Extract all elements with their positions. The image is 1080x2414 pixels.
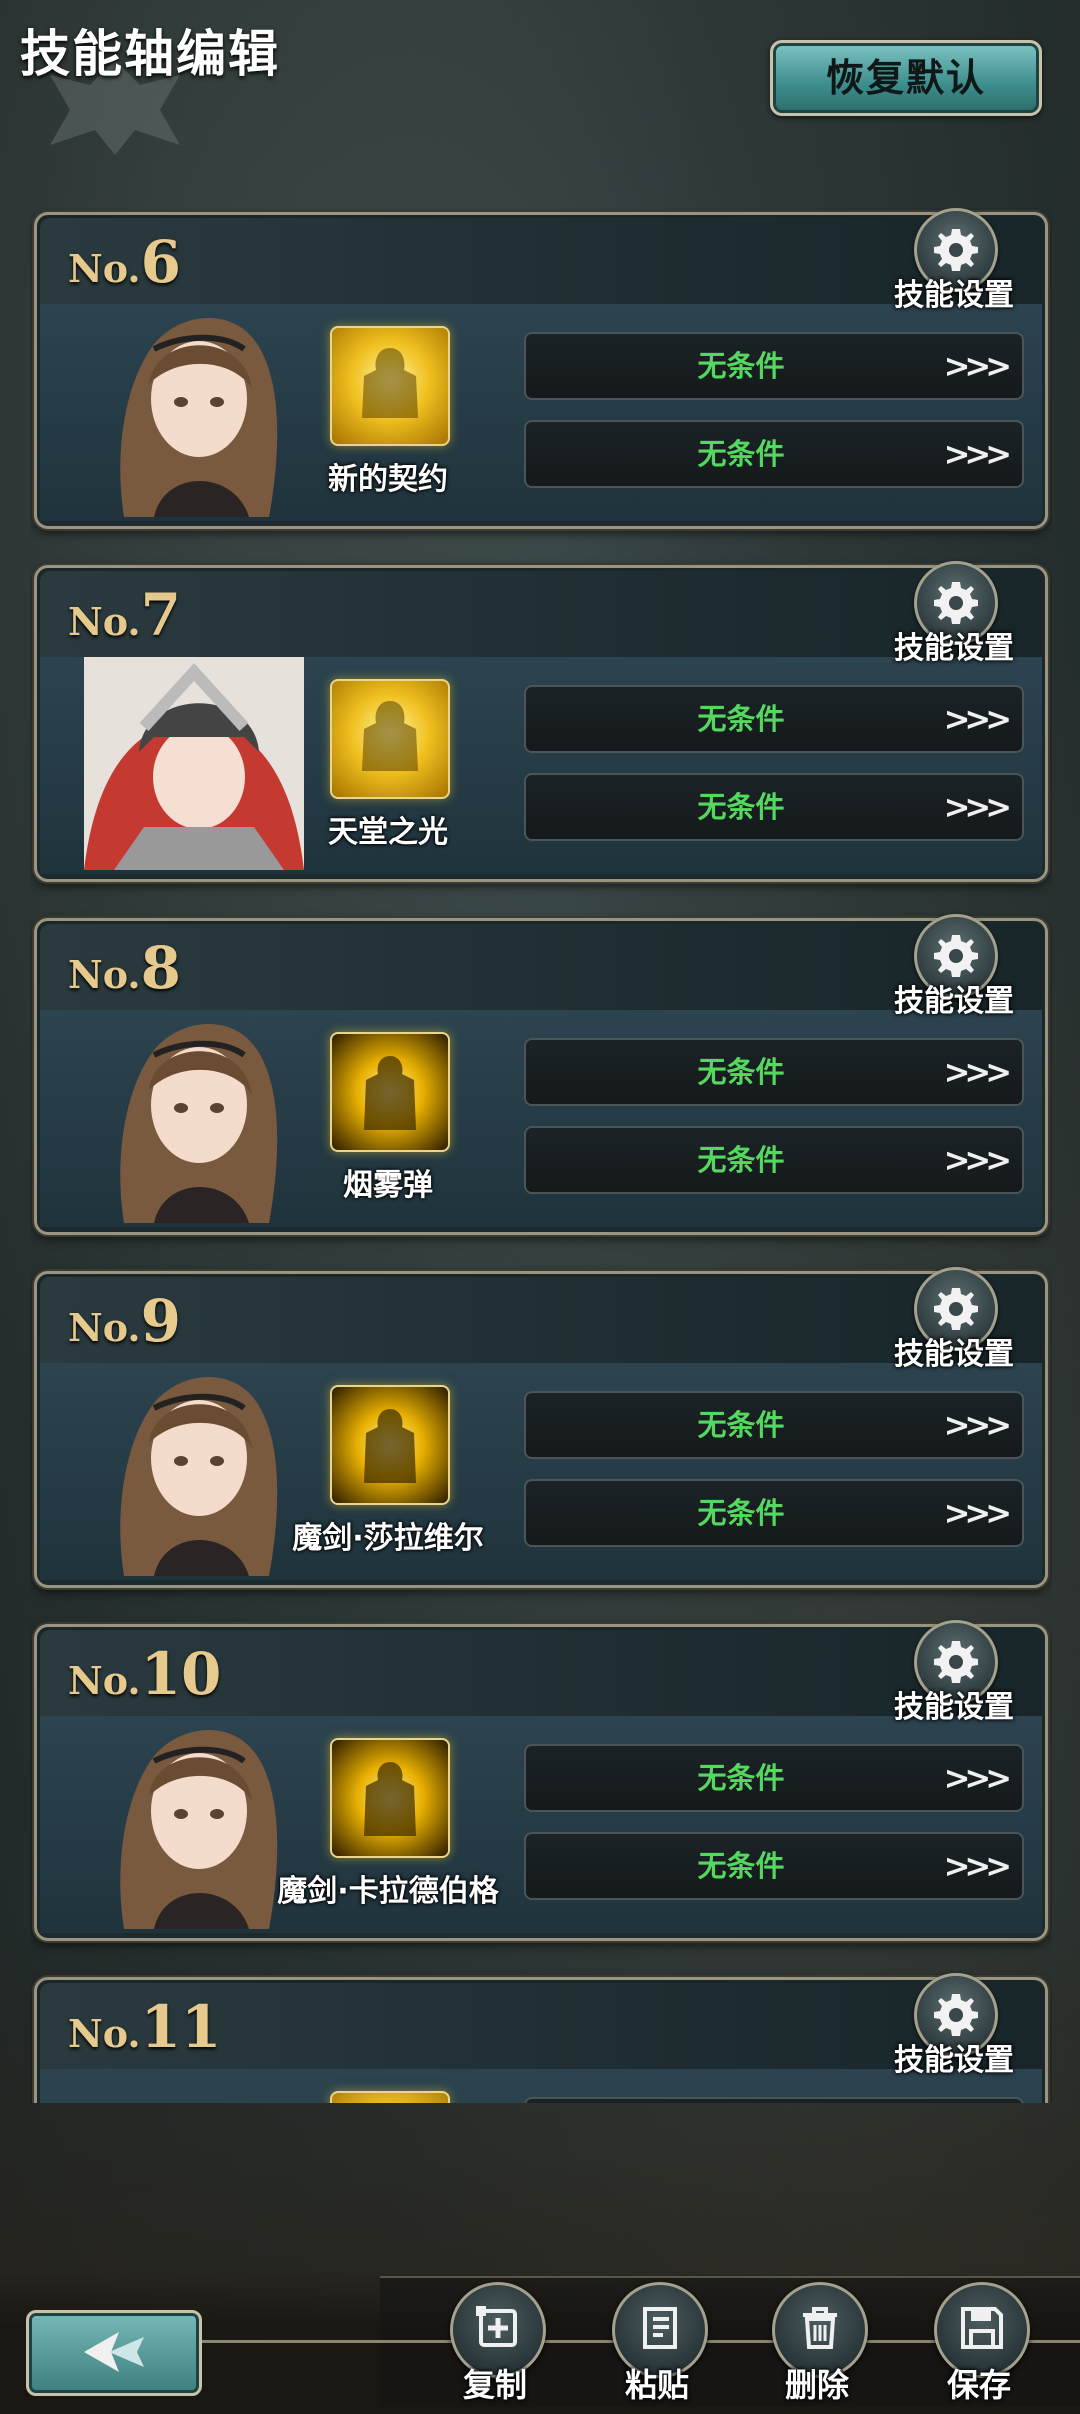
chevron-right-icon: >>> (943, 788, 1012, 826)
condition-row-1[interactable]: 无条件 >>> (524, 1038, 1024, 1106)
delete-label: 删除 (784, 2366, 849, 2404)
skill-settings-label: 技能设置 (894, 631, 1014, 666)
condition-row-2[interactable]: 无条件 >>> (524, 1832, 1024, 1900)
condition-row-2[interactable]: 无条件 >>> (524, 773, 1024, 841)
character-portrait (84, 2069, 304, 2103)
skill-icon[interactable] (330, 326, 450, 446)
save-button[interactable]: 保存 (924, 2282, 1034, 2407)
condition-row-1[interactable]: 无条件 >>> (524, 332, 1024, 400)
chevron-right-icon: >>> (943, 1406, 1012, 1444)
paste-button[interactable]: 粘贴 (602, 2282, 712, 2407)
chevron-right-icon: >>> (943, 700, 1012, 738)
skill-icon[interactable] (330, 1032, 450, 1152)
skill-settings-button[interactable]: 技能设置 (884, 914, 1024, 1019)
back-arrow-icon (84, 2332, 144, 2372)
skill-settings-button[interactable]: 技能设置 (884, 1267, 1024, 1372)
condition-row-1[interactable] (524, 2097, 1024, 2103)
skill-card: No.11 技能设置 (30, 1973, 1052, 2103)
chevron-right-icon: >>> (943, 347, 1012, 385)
skill-settings-button[interactable]: 技能设置 (884, 1973, 1024, 2078)
skill-name: 烟雾弹 (343, 1168, 433, 1203)
skill-card: No.10 技能设置 魔剑·卡拉德伯格 无条件 >>> 无条件 >>> (30, 1620, 1052, 1945)
skill-settings-label: 技能设置 (894, 984, 1014, 1019)
chevron-right-icon: >>> (943, 1494, 1012, 1532)
skill-icon[interactable] (330, 1738, 450, 1858)
condition-row-2[interactable]: 无条件 >>> (524, 420, 1024, 488)
skill-settings-button[interactable]: 技能设置 (884, 561, 1024, 666)
copy-label: 复制 (462, 2366, 527, 2404)
skill-name: 魔剑·卡拉德伯格 (277, 1874, 499, 1909)
paste-label: 粘贴 (624, 2366, 689, 2404)
chevron-right-icon: >>> (943, 1847, 1012, 1885)
chevron-right-icon: >>> (943, 1141, 1012, 1179)
condition-row-2[interactable]: 无条件 >>> (524, 1479, 1024, 1547)
skill-card: No.7 技能设置 天堂之光 无条件 >>> 无条件 >>> (30, 561, 1052, 886)
skill-list[interactable]: No.6 技能设置 新的契约 无条件>>> 无条件>>> No.7 技能设置 (30, 208, 1052, 2103)
skill-settings-button[interactable]: 技能设置 (884, 208, 1024, 313)
skill-icon[interactable] (330, 2091, 450, 2103)
skill-icon[interactable] (330, 679, 450, 799)
slot-number: No.10 (68, 1640, 222, 1708)
slot-number: No.6 (68, 228, 182, 296)
chevron-right-icon: >>> (943, 1053, 1012, 1091)
skill-card: No.9 技能设置 魔剑·莎拉维尔 无条件 >>> 无条件 >>> (30, 1267, 1052, 1592)
skill-settings-label: 技能设置 (894, 278, 1014, 313)
skill-settings-button[interactable]: 技能设置 (884, 1620, 1024, 1725)
skill-icon[interactable] (330, 1385, 450, 1505)
skill-name: 天堂之光 (328, 815, 448, 850)
page-title: 技能轴编辑 (20, 25, 280, 83)
condition-row-1[interactable]: 无条件 >>> (524, 1391, 1024, 1459)
slot-number: No.7 (68, 581, 182, 649)
skill-settings-label: 技能设置 (894, 2043, 1014, 2078)
skill-card: No.6 技能设置 新的契约 无条件 >>> 无条件 >>> (30, 208, 1052, 533)
skill-settings-label: 技能设置 (894, 1690, 1014, 1725)
slot-number: No.9 (68, 1287, 182, 1355)
skill-card: No.8 技能设置 烟雾弹 无条件 >>> 无条件 >>> (30, 914, 1052, 1239)
reset-default-button[interactable]: 恢复默认 (770, 40, 1042, 116)
skill-settings-label: 技能设置 (894, 1337, 1014, 1372)
skill-name: 魔剑·莎拉维尔 (292, 1521, 484, 1556)
condition-row-1[interactable]: 无条件 >>> (524, 685, 1024, 753)
skill-name: 新的契约 (328, 462, 448, 497)
back-button[interactable] (26, 2310, 202, 2396)
chevron-right-icon: >>> (943, 1759, 1012, 1797)
chevron-right-icon: >>> (943, 435, 1012, 473)
delete-button[interactable]: 删除 (762, 2282, 872, 2407)
condition-row-1[interactable]: 无条件 >>> (524, 1744, 1024, 1812)
save-label: 保存 (946, 2366, 1011, 2404)
copy-button[interactable]: 复制 (440, 2282, 550, 2407)
slot-number: No.8 (68, 934, 182, 1002)
condition-row-2[interactable]: 无条件 >>> (524, 1126, 1024, 1194)
slot-number: No.11 (68, 1993, 222, 2061)
